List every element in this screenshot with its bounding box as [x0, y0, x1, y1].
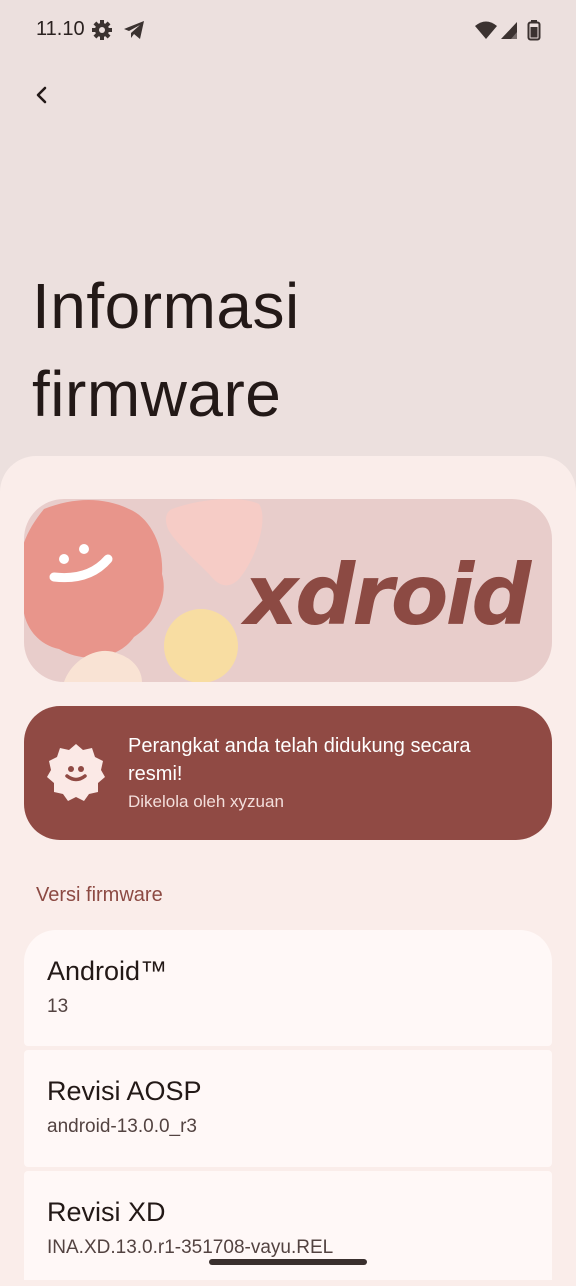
xdroid-logo: xdroid — [240, 546, 532, 644]
telegram-icon — [122, 18, 146, 42]
list-item-value: INA.XD.13.0.r1-351708-vayu.REL — [47, 1237, 334, 1258]
page-title-line2: firmware — [32, 358, 282, 430]
support-subtitle: Dikelola oleh xyzuan — [128, 792, 284, 811]
support-card[interactable]: Perangkat anda telah didukung secara res… — [24, 706, 552, 840]
battery-icon — [522, 18, 546, 42]
support-title: Perangkat anda telah didukung secara res… — [128, 735, 471, 785]
wifi-icon — [474, 18, 498, 42]
status-bar: 11.10 — [0, 0, 576, 60]
page-title-line1: Informasi — [32, 270, 300, 342]
back-button[interactable] — [22, 74, 62, 116]
list-item-value: android-13.0.0_r3 — [47, 1116, 197, 1137]
section-header-firmware-version: Versi firmware — [36, 884, 163, 906]
list-item-title: Revisi AOSP — [47, 1076, 202, 1106]
list-item-title: Revisi XD — [47, 1197, 166, 1227]
list-item-aosp-revision[interactable]: Revisi AOSP android-13.0.0_r3 — [24, 1050, 552, 1167]
smiley-eye-left — [59, 554, 69, 564]
home-indicator[interactable] — [209, 1259, 367, 1265]
back-arrow-icon — [36, 86, 47, 104]
list-item-value: 13 — [47, 996, 69, 1017]
page-title: Informasi firmware — [32, 262, 300, 438]
signal-icon — [498, 18, 522, 42]
smiley-eye-right — [79, 544, 89, 554]
list-item-title: Android™ — [47, 956, 168, 986]
xdroid-smiley-icon — [46, 743, 106, 803]
yellow-circle — [164, 609, 238, 682]
settings-icon — [90, 18, 114, 42]
status-time: 11.10 — [36, 18, 85, 40]
list-item-android[interactable]: Android™ 13 — [24, 930, 552, 1046]
flower-shape — [24, 500, 164, 658]
xdroid-banner: xdroid — [24, 499, 552, 682]
